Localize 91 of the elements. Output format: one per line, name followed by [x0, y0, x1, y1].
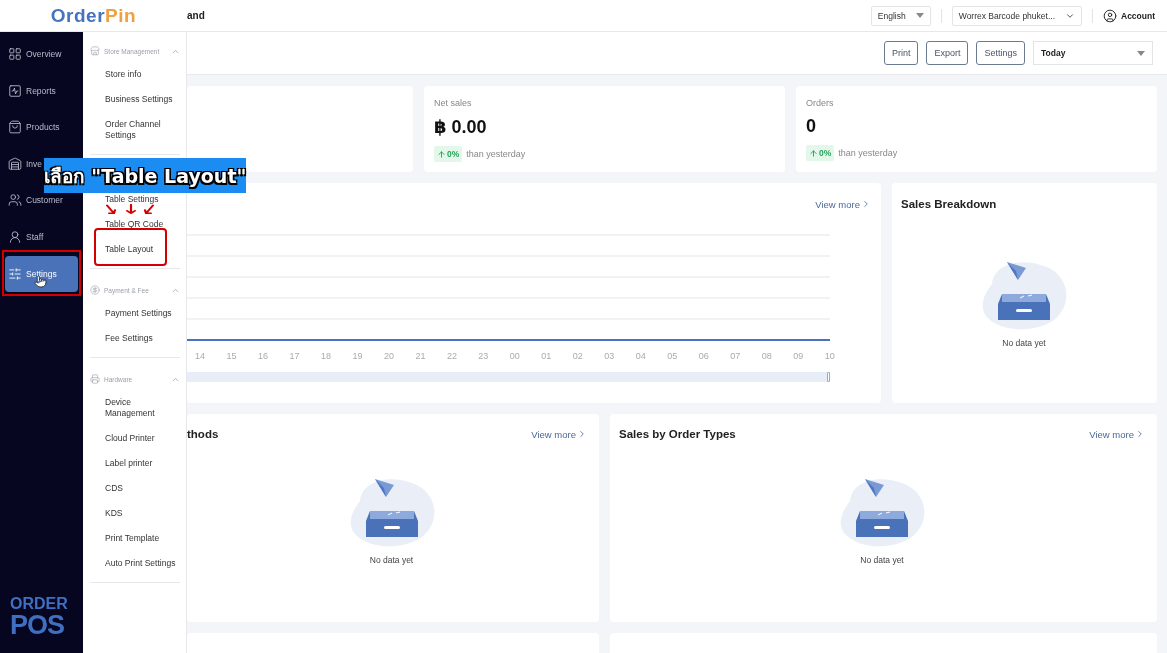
view-more-link[interactable]: View more — [531, 428, 587, 440]
change-text: 0% — [819, 148, 832, 158]
sidebar-item[interactable]: Staff — [5, 218, 78, 255]
card-title: thods — [187, 428, 219, 440]
users-icon — [8, 193, 22, 208]
axis-label: 16 — [257, 351, 268, 361]
axis-label: 19 — [352, 351, 363, 361]
submenu-item[interactable]: Payment Settings — [105, 308, 172, 319]
toolbar-button[interactable]: Print — [883, 41, 919, 65]
sidebar-item[interactable]: Settings — [5, 255, 78, 292]
footer-logo-text: POS — [10, 612, 65, 639]
submenu-item[interactable]: Table Layout — [105, 244, 154, 255]
view-more-link[interactable]: View more — [815, 198, 871, 210]
stat-value: 0 — [806, 116, 817, 137]
submenu-item[interactable]: Table Settings — [105, 194, 159, 205]
axis-label: 14 — [195, 351, 205, 361]
footer-logo-text: ORDER — [10, 596, 68, 612]
axis-label: 17 — [289, 351, 300, 361]
bag-icon — [8, 120, 22, 135]
account-button[interactable]: Account — [1103, 8, 1155, 23]
grid-icon — [8, 47, 22, 61]
stat-label: Orders — [806, 98, 835, 108]
page-title: and — [187, 10, 205, 21]
axis-label: 18 — [320, 351, 331, 361]
arrows-drawing — [104, 204, 156, 216]
change-note: than yesterday — [466, 149, 526, 159]
chevron-right-icon — [577, 429, 587, 439]
user-circle-icon — [1103, 8, 1117, 23]
warehouse-icon — [8, 156, 22, 171]
printer-icon — [90, 374, 100, 384]
chart-scrollbar[interactable] — [187, 372, 830, 382]
stat-value: ฿ 0.00 — [434, 116, 488, 138]
brand-logo: OrderPin — [50, 4, 137, 27]
empty-text: No data yet — [369, 554, 414, 565]
store-icon — [90, 46, 100, 56]
chevron-right-icon — [1135, 429, 1145, 439]
submenu-item[interactable]: Table QR Code — [105, 219, 164, 230]
caret-icon — [1137, 50, 1145, 56]
change-note: than yesterday — [838, 148, 898, 158]
language-select[interactable]: English — [870, 5, 931, 26]
axis-label: 15 — [226, 351, 237, 361]
axis-label: 21 — [415, 351, 426, 361]
axis-label: 07 — [730, 351, 741, 361]
axis-label: 03 — [604, 351, 615, 361]
submenu-item[interactable]: Business Settings — [105, 94, 173, 105]
toolbar-button[interactable]: Export — [926, 41, 969, 65]
dollar-icon — [90, 285, 100, 295]
chevron-right-icon — [861, 199, 871, 209]
toolbar-button[interactable]: Settings — [976, 41, 1025, 65]
sidebar-item[interactable]: Overview — [5, 36, 78, 72]
axis-label: 08 — [761, 351, 772, 361]
axis-label: 04 — [635, 351, 646, 361]
axis-label: 20 — [383, 351, 394, 361]
axis-label: 06 — [698, 351, 709, 361]
empty-text: No data yet — [1002, 338, 1046, 348]
sidebar-item[interactable]: Reports — [5, 72, 78, 109]
scrollbar-handle[interactable] — [827, 372, 830, 382]
sidebar-item[interactable]: Products — [5, 109, 78, 146]
card-title: Sales Breakdown — [901, 198, 997, 210]
change-text: 0% — [447, 149, 460, 159]
submenu-item[interactable]: KDS — [105, 508, 123, 519]
submenu-item[interactable]: CDS — [105, 483, 123, 494]
empty-text: No data yet — [860, 554, 904, 565]
caption-tooltip: เลือก "Table Layout" — [44, 158, 246, 193]
submenu-item[interactable]: Cloud Printer — [105, 433, 155, 444]
submenu-item[interactable]: Print Template — [105, 533, 160, 544]
submenu-item[interactable]: Label printer — [105, 458, 153, 469]
card-title: Sales by Order Types — [619, 428, 736, 440]
submenu-item[interactable]: Fee Settings — [105, 333, 153, 344]
axis-label: 09 — [793, 351, 804, 361]
submenu-item[interactable]: Order Channel Settings — [105, 119, 180, 141]
arrow-up-icon — [437, 149, 446, 159]
axis-label: 23 — [478, 351, 489, 361]
view-more-link[interactable]: View more — [1089, 428, 1145, 440]
submenu-item[interactable]: Auto Print Settings — [105, 558, 176, 569]
axis-label: 10 — [824, 351, 835, 361]
axis-label: 22 — [446, 351, 457, 361]
submenu-item[interactable]: Device Management — [105, 397, 180, 419]
period-select[interactable]: Today — [1033, 41, 1153, 65]
stat-label: Net sales — [434, 98, 473, 108]
axis-label: 00 — [509, 351, 520, 361]
submenu-item[interactable]: Store info — [105, 69, 142, 80]
caret-icon — [915, 13, 924, 18]
store-select[interactable]: Worrex Barcode phuket... — [951, 5, 1082, 26]
axis-label: 01 — [541, 351, 552, 361]
activity-icon — [8, 83, 22, 98]
axis-label: 02 — [572, 351, 583, 361]
user-icon — [8, 229, 22, 244]
sliders-icon — [8, 266, 22, 281]
axis-label: 05 — [667, 351, 678, 361]
arrow-up-icon — [809, 148, 818, 158]
